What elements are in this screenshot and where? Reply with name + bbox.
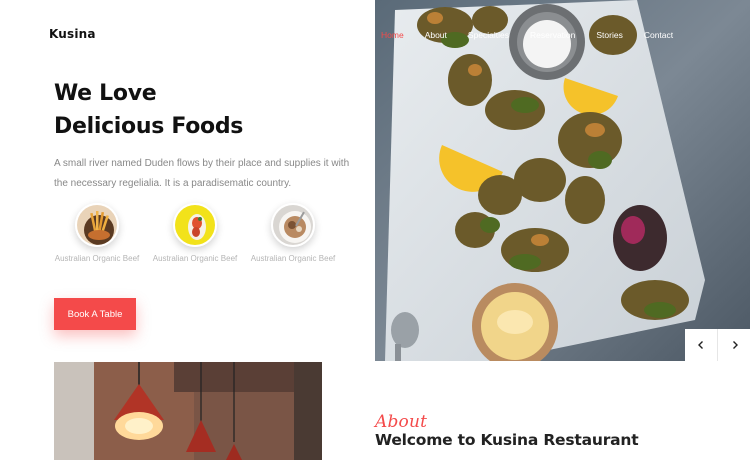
about-script-label: About bbox=[375, 412, 428, 432]
hero-description: A small river named Duden flows by their… bbox=[54, 158, 350, 189]
feature-label: Australian Organic Beef bbox=[54, 254, 140, 263]
yellow-plate-dish-photo bbox=[173, 203, 217, 247]
book-table-button[interactable]: Book A Table bbox=[54, 298, 136, 330]
hanging-lamps-photo bbox=[54, 362, 322, 460]
nav-item-stories[interactable]: Stories bbox=[596, 30, 622, 40]
nav-item-home[interactable]: Home bbox=[381, 30, 404, 40]
fries-dish-photo bbox=[75, 203, 119, 247]
slider-next-button[interactable] bbox=[718, 329, 750, 361]
fried-herbs-platter-photo bbox=[375, 0, 750, 361]
welcome-heading: Welcome to Kusina Restaurant bbox=[375, 431, 639, 449]
feature-item[interactable]: Australian Organic Beef bbox=[250, 203, 336, 264]
nav-item-contact[interactable]: Contact bbox=[644, 30, 673, 40]
feature-label: Australian Organic Beef bbox=[152, 254, 238, 263]
slider-prev-button[interactable] bbox=[685, 329, 718, 361]
white-bowl-dish-photo bbox=[271, 203, 315, 247]
feature-item[interactable]: Australian Organic Beef bbox=[54, 203, 140, 264]
nav-item-reservation[interactable]: Reservation bbox=[530, 30, 575, 40]
nav-item-about[interactable]: About bbox=[425, 30, 447, 40]
nav-item-specialties[interactable]: Specialties bbox=[468, 30, 509, 40]
hero-title: We Love Delicious Foods bbox=[54, 77, 243, 143]
chevron-right-icon bbox=[732, 341, 738, 349]
hero-title-line1: We Love bbox=[54, 81, 157, 106]
chevron-left-icon bbox=[698, 341, 703, 349]
feature-item[interactable]: Australian Organic Beef bbox=[152, 203, 238, 264]
main-nav: Home About Specialties Reservation Stori… bbox=[381, 30, 694, 40]
feature-label: Australian Organic Beef bbox=[250, 254, 336, 263]
brand-logo[interactable]: Kusina bbox=[49, 27, 96, 41]
hero-title-line2: Delicious Foods bbox=[54, 114, 244, 139]
